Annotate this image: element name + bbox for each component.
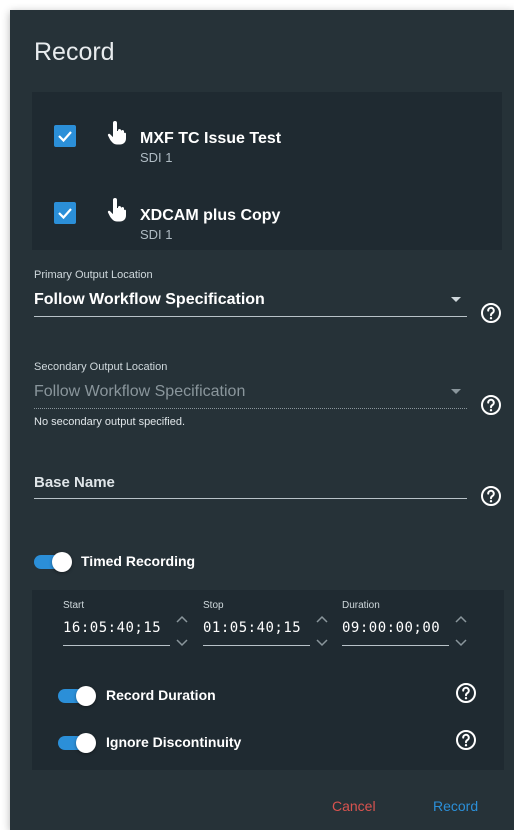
secondary-output-hint: No secondary output specified.: [34, 416, 186, 428]
duration-input[interactable]: 09:00:00;00: [342, 620, 440, 636]
toggle-knob: [76, 733, 96, 753]
chevron-down-icon[interactable]: [454, 638, 468, 648]
source-input: SDI 1: [140, 227, 173, 242]
source-input: SDI 1: [140, 150, 173, 165]
toggle-knob: [52, 552, 72, 572]
ignore-discontinuity-label: Ignore Discontinuity: [106, 734, 242, 750]
dialog-title: Record: [34, 38, 115, 66]
secondary-output-underline: [34, 408, 467, 409]
source-name: XDCAM plus Copy: [140, 207, 281, 224]
start-time-field: Start 16:05:40;15: [63, 600, 203, 650]
secondary-output-select[interactable]: Follow Workflow Specification: [34, 383, 245, 401]
source-item: XDCAM plus Copy SDI 1: [32, 189, 502, 249]
record-duration-toggle[interactable]: [58, 686, 98, 706]
duration-label: Duration: [342, 600, 380, 611]
secondary-output-label: Secondary Output Location: [34, 361, 168, 373]
source-checkbox[interactable]: [54, 202, 76, 224]
toggle-knob: [76, 686, 96, 706]
primary-output-select[interactable]: Follow Workflow Specification: [34, 291, 265, 309]
record-duration-label: Record Duration: [106, 687, 216, 703]
source-list: MXF TC Issue Test SDI 1 XDCAM plus Copy …: [32, 92, 502, 250]
timed-recording-toggle[interactable]: [34, 552, 74, 572]
question-circle-icon[interactable]: [480, 394, 502, 416]
hand-pointer-icon: [107, 198, 126, 222]
stop-time-field: Stop 01:05:40;15: [203, 600, 343, 650]
start-time-underline: [63, 645, 170, 646]
base-name-input[interactable]: Base Name: [34, 474, 115, 491]
timed-recording-panel: Start 16:05:40;15 Stop 01:05:40;15 Durat…: [32, 590, 504, 770]
stop-time-underline: [203, 645, 310, 646]
hand-pointer-icon: [107, 121, 126, 145]
question-circle-icon[interactable]: [480, 485, 502, 507]
chevron-up-icon[interactable]: [315, 614, 329, 624]
primary-output-underline: [34, 316, 467, 317]
chevron-down-icon[interactable]: [175, 638, 189, 648]
start-time-input[interactable]: 16:05:40;15: [63, 620, 161, 636]
record-dialog: Record MXF TC Issue Test SDI 1 XDCAM plu…: [10, 10, 514, 830]
source-name: MXF TC Issue Test: [140, 130, 282, 147]
chevron-down-icon[interactable]: [451, 389, 461, 394]
duration-field: Duration 09:00:00;00: [342, 600, 482, 650]
duration-underline: [342, 645, 449, 646]
chevron-up-icon[interactable]: [454, 614, 468, 624]
cancel-button[interactable]: Cancel: [332, 798, 376, 814]
question-circle-icon[interactable]: [480, 302, 502, 324]
stop-time-label: Stop: [203, 600, 224, 611]
chevron-down-icon[interactable]: [451, 297, 461, 302]
timed-recording-label: Timed Recording: [81, 553, 196, 569]
chevron-down-icon[interactable]: [315, 638, 329, 648]
record-button[interactable]: Record: [433, 798, 478, 814]
question-circle-icon[interactable]: [455, 682, 477, 704]
ignore-discontinuity-toggle[interactable]: [58, 733, 98, 753]
source-item: MXF TC Issue Test SDI 1: [32, 112, 502, 172]
base-name-underline: [34, 498, 467, 499]
chevron-up-icon[interactable]: [175, 614, 189, 624]
stop-time-input[interactable]: 01:05:40;15: [203, 620, 301, 636]
checkmark-icon: [58, 208, 72, 220]
primary-output-label: Primary Output Location: [34, 269, 153, 281]
question-circle-icon[interactable]: [455, 729, 477, 751]
source-checkbox[interactable]: [54, 125, 76, 147]
start-time-label: Start: [63, 600, 85, 611]
checkmark-icon: [58, 131, 72, 143]
